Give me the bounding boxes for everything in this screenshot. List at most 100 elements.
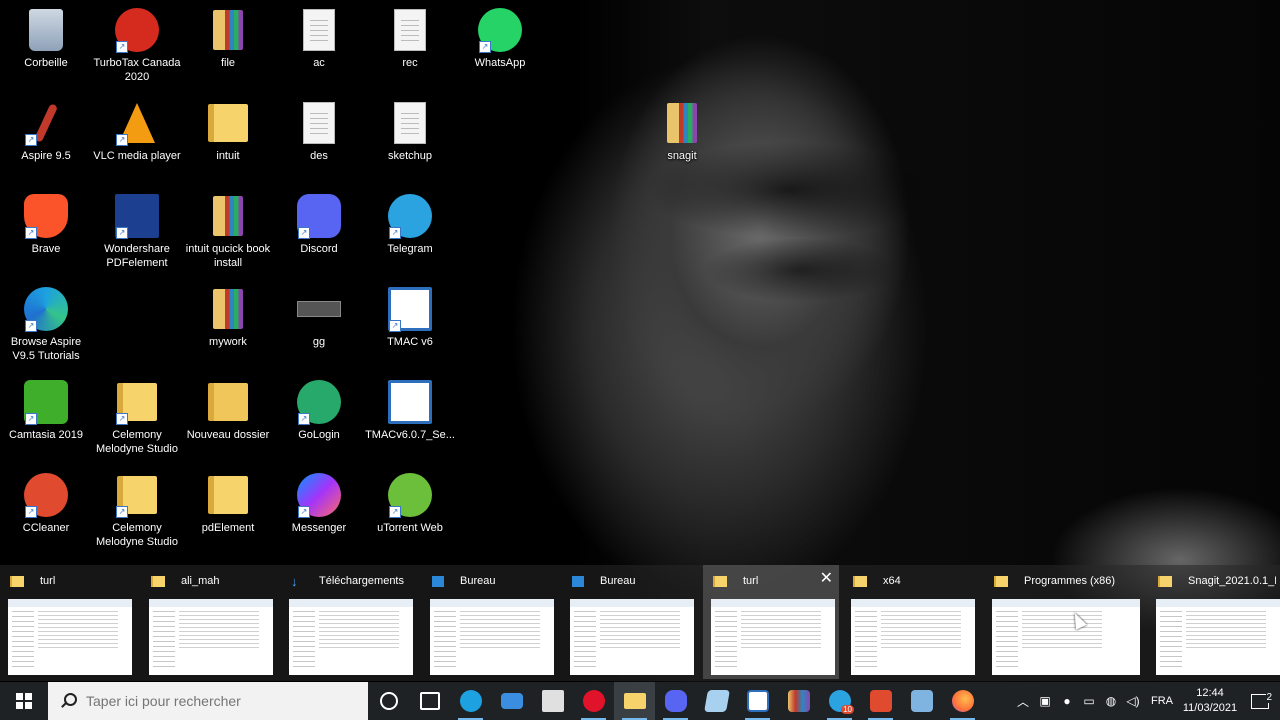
icon-label: Celemony Melodyne Studio xyxy=(96,429,178,455)
desktop-icon-aspire[interactable]: ↗ Aspire 9.5 xyxy=(1,93,91,163)
icon-label: GoLogin xyxy=(298,429,340,441)
desktop-icon-browse-aspire[interactable]: ↗ Browse Aspire V9.5 Tutorials xyxy=(1,279,91,363)
icon-label: TMAC v6 xyxy=(387,336,433,348)
desktop-icon-messenger[interactable]: ↗ Messenger xyxy=(274,465,364,535)
desktop-icon-gg[interactable]: gg xyxy=(274,279,364,349)
desktop-icon-vlc[interactable]: ↗ VLC media player xyxy=(92,93,182,163)
desktop-icon-tmac-installer[interactable]: TMACv6.0.7_Se... xyxy=(365,372,455,442)
taskbar-firefox[interactable] xyxy=(942,682,983,720)
desktop-icon-sketchup[interactable]: sketchup xyxy=(365,93,455,163)
taskbar-control-panel[interactable] xyxy=(901,682,942,720)
notepad-icon xyxy=(703,690,730,712)
desktop-icon-ac[interactable]: ac xyxy=(274,0,364,70)
download-icon: ↓ xyxy=(291,573,298,589)
desktop-icon-pdelement[interactable]: pdElement xyxy=(183,465,273,535)
taskbar-telegram[interactable]: 10 xyxy=(819,682,860,720)
desktop-icon xyxy=(432,575,444,587)
taskbar-store[interactable] xyxy=(532,682,573,720)
folder-icon xyxy=(208,383,248,421)
window-thumb-snagit[interactable]: Snagit_2021.0.1_Bu... xyxy=(1148,565,1280,679)
desktop-icon-des[interactable]: des xyxy=(274,93,364,163)
window-preview xyxy=(8,599,132,675)
taskbar-winrar[interactable] xyxy=(778,682,819,720)
desktop-icon-melodyne-2[interactable]: ↗ Celemony Melodyne Studio xyxy=(92,465,182,549)
desktop-icon-pdfelement[interactable]: ↗ Wondershare PDFelement xyxy=(92,186,182,270)
window-title: Bureau xyxy=(600,575,636,587)
volume-icon[interactable]: ◁) xyxy=(1122,694,1144,708)
aspire-icon xyxy=(33,103,59,143)
taskbar-notepad[interactable] xyxy=(696,682,737,720)
search-input[interactable] xyxy=(84,692,348,710)
desktop-icon-whatsapp[interactable]: ↗ WhatsApp xyxy=(455,0,545,70)
taskbar-edge[interactable] xyxy=(450,682,491,720)
window-thumb-turl[interactable]: turl xyxy=(0,565,136,679)
taskbar-tmac[interactable] xyxy=(737,682,778,720)
desktop-icon-intuit-install[interactable]: intuit qucick book install xyxy=(183,186,273,270)
desktop-icon-snagit[interactable]: snagit xyxy=(637,93,727,163)
desktop-icon-nouveau-dossier[interactable]: Nouveau dossier xyxy=(183,372,273,442)
icon-label: sketchup xyxy=(387,150,433,162)
window-title: Téléchargements xyxy=(319,575,404,587)
folder-icon xyxy=(10,575,24,587)
taskbar-ccleaner[interactable] xyxy=(860,682,901,720)
desktop-icon-camtasia[interactable]: ↗ Camtasia 2019 xyxy=(1,372,91,442)
image-file-icon xyxy=(297,301,341,317)
clock-time: 12:44 xyxy=(1196,687,1224,699)
desktop-icon-telegram[interactable]: ↗ Telegram xyxy=(365,186,455,256)
folder-icon xyxy=(713,575,727,587)
desktop-icon-gologin[interactable]: ↗ GoLogin xyxy=(274,372,364,442)
wallpaper-shadow xyxy=(560,0,980,560)
desktop-icon-rec[interactable]: rec xyxy=(365,0,455,70)
desktop-icon-file[interactable]: file xyxy=(183,0,273,70)
desktop-icon-mywork[interactable]: mywork xyxy=(183,279,273,349)
desktop-icon-melodyne-1[interactable]: ↗ Celemony Melodyne Studio xyxy=(92,372,182,456)
meet-now-icon[interactable]: ▣ xyxy=(1034,694,1056,708)
desktop-icon-ccleaner[interactable]: ↗ CCleaner xyxy=(1,465,91,535)
winrar-archive-icon xyxy=(213,289,243,329)
search-box[interactable] xyxy=(48,682,368,720)
window-thumb-programmes-x86[interactable]: Programmes (x86) xyxy=(984,565,1144,679)
window-thumb-bureau-1[interactable]: Bureau xyxy=(422,565,558,679)
action-center-button[interactable]: 2 xyxy=(1240,691,1280,709)
window-preview xyxy=(570,599,694,675)
clock-date: 11/03/2021 xyxy=(1182,702,1238,714)
icon-label: Telegram xyxy=(387,243,433,255)
desktop-icon-intuit[interactable]: intuit xyxy=(183,93,273,163)
ccleaner-icon xyxy=(869,690,892,712)
desktop-icon-discord[interactable]: ↗ Discord xyxy=(274,186,364,256)
microphone-icon[interactable]: ● xyxy=(1056,694,1078,708)
window-thumb-x64[interactable]: x64 xyxy=(843,565,979,679)
task-view-button[interactable] xyxy=(409,682,450,720)
window-thumb-ali-mah[interactable]: ali_mah xyxy=(141,565,277,679)
icon-label: Brave xyxy=(31,243,61,255)
icon-label: Nouveau dossier xyxy=(186,429,270,441)
desktop-icon-brave[interactable]: ↗ Brave xyxy=(1,186,91,256)
icon-label: gg xyxy=(312,336,326,348)
icon-label: WhatsApp xyxy=(474,57,526,69)
start-button[interactable] xyxy=(0,682,48,720)
desktop-icon-turbotax[interactable]: ↗ TurboTax Canada 2020 xyxy=(92,0,182,84)
clock[interactable]: 12:44 11/03/2021 xyxy=(1180,686,1240,716)
network-icon[interactable]: ◍ xyxy=(1100,694,1122,708)
store-icon xyxy=(541,690,564,712)
control-panel-icon xyxy=(910,690,933,712)
window-thumb-telechargements[interactable]: ↓ Téléchargements xyxy=(281,565,417,679)
language-indicator[interactable]: FRA xyxy=(1144,695,1180,707)
text-file-icon xyxy=(394,102,426,144)
window-title: ali_mah xyxy=(181,575,220,587)
power-icon[interactable]: ▭ xyxy=(1078,694,1100,708)
cortana-button[interactable] xyxy=(368,682,409,720)
folder-icon xyxy=(1158,575,1172,587)
taskbar-mail[interactable] xyxy=(491,682,532,720)
chevron-up-icon[interactable]: ︿ xyxy=(1012,693,1034,710)
taskbar-discord[interactable] xyxy=(655,682,696,720)
taskbar-opera[interactable] xyxy=(573,682,614,720)
close-icon[interactable]: ✕ xyxy=(820,571,833,587)
desktop-icon-tmac[interactable]: ↗ TMAC v6 xyxy=(365,279,455,349)
window-thumb-bureau-2[interactable]: Bureau xyxy=(562,565,698,679)
window-thumb-turl-2[interactable]: turl ✕ xyxy=(703,565,839,679)
desktop-icon-corbeille[interactable]: Corbeille xyxy=(1,0,91,70)
icon-label: Browse Aspire V9.5 Tutorials xyxy=(10,336,82,362)
taskbar-file-explorer[interactable] xyxy=(614,682,655,720)
desktop-icon-utorrent[interactable]: ↗ uTorrent Web xyxy=(365,465,455,535)
